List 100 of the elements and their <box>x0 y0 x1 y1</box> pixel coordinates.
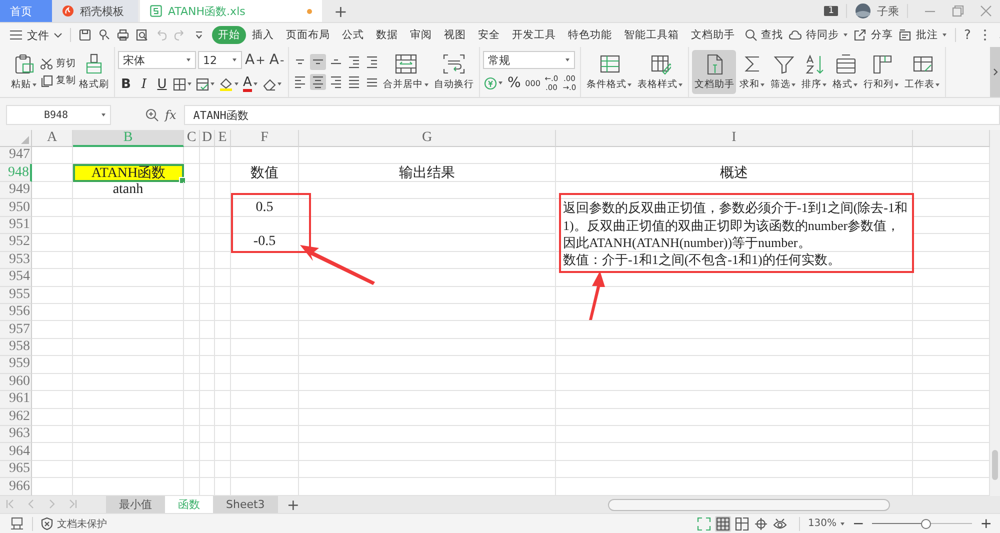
ribbon-tab[interactable]: 智能工具箱 <box>618 26 685 44</box>
table-cell[interactable] <box>215 286 231 304</box>
table-cell[interactable] <box>200 164 215 182</box>
table-cell[interactable] <box>231 338 299 356</box>
table-cell[interactable] <box>215 182 231 200</box>
table-cell[interactable] <box>200 304 215 322</box>
table-cell[interactable] <box>231 374 299 392</box>
add-sheet-button[interactable]: + <box>278 496 308 513</box>
page-break-icon[interactable] <box>734 516 749 530</box>
table-cell[interactable] <box>556 443 913 461</box>
table-cell[interactable] <box>184 460 200 478</box>
table-cell[interactable] <box>231 321 299 339</box>
ribbon-tab[interactable]: 特色功能 <box>562 26 618 44</box>
table-cell[interactable] <box>73 460 184 478</box>
bold-button[interactable]: B <box>118 74 134 94</box>
table-cell[interactable] <box>200 356 215 374</box>
table-cell[interactable] <box>200 234 215 252</box>
table-cell[interactable] <box>299 391 556 409</box>
table-cell[interactable] <box>184 408 200 426</box>
table-cell[interactable] <box>73 252 184 270</box>
table-cell[interactable] <box>73 374 184 392</box>
table-cell[interactable] <box>231 252 299 270</box>
file-menu[interactable]: 文件 <box>10 28 62 42</box>
toolbar-button[interactable]: 批注 <box>899 28 947 42</box>
row-header[interactable]: 951 <box>0 216 32 234</box>
table-cell[interactable] <box>200 408 215 426</box>
previous-sheet-icon[interactable] <box>27 499 35 509</box>
column-header[interactable]: A <box>32 130 73 147</box>
thousands-button[interactable]: 000 <box>524 73 542 93</box>
macro-icon[interactable] <box>10 516 24 530</box>
table-cell[interactable] <box>299 216 556 234</box>
table-cell[interactable] <box>299 304 556 322</box>
italic-button[interactable]: I <box>136 74 152 94</box>
merge-center-button[interactable]: 合并居中 <box>381 50 432 94</box>
row-header[interactable]: 961 <box>0 391 32 409</box>
table-cell[interactable] <box>200 426 215 444</box>
table-cell[interactable] <box>299 408 556 426</box>
zoom-in-button[interactable]: + <box>980 516 992 532</box>
table-cell[interactable] <box>184 286 200 304</box>
table-cell[interactable] <box>215 374 231 392</box>
row-header[interactable]: 956 <box>0 304 32 322</box>
table-cell[interactable] <box>215 408 231 426</box>
table-cell[interactable] <box>32 426 73 444</box>
table-cell[interactable] <box>215 216 231 234</box>
table-cell[interactable] <box>299 199 556 217</box>
grid-view-icon[interactable] <box>716 516 730 530</box>
customize-icon[interactable] <box>193 29 205 41</box>
table-cell[interactable] <box>32 199 73 217</box>
table-cell[interactable] <box>32 356 73 374</box>
table-cell[interactable] <box>231 391 299 409</box>
table-cell[interactable]: 数值：介于-1和1之间(不包含-1和1)的任何实数。 <box>556 252 913 270</box>
table-cell[interactable] <box>32 321 73 339</box>
row-header[interactable]: 964 <box>0 443 32 461</box>
wrap-text-button[interactable]: 自动换行 <box>432 50 476 94</box>
zoom-icon[interactable] <box>145 108 159 122</box>
protection-status[interactable]: 文档未保护 <box>41 516 107 530</box>
slider-thumb[interactable] <box>921 518 932 528</box>
redo-icon[interactable] <box>174 29 186 41</box>
row-header[interactable]: 950 <box>0 199 32 217</box>
table-cell[interactable] <box>299 356 556 374</box>
print-preview-icon[interactable] <box>136 29 148 41</box>
table-cell[interactable] <box>215 391 231 409</box>
formula-field[interactable]: ATANH函数 <box>184 105 1000 125</box>
table-cell[interactable] <box>73 391 184 409</box>
row-header[interactable]: 949 <box>0 182 32 200</box>
table-cell[interactable] <box>215 460 231 478</box>
table-cell[interactable] <box>215 321 231 339</box>
tool-button[interactable]: 格式 <box>830 50 860 94</box>
table-cell[interactable] <box>184 234 200 252</box>
table-cell[interactable] <box>231 147 299 164</box>
table-cell[interactable] <box>200 374 215 392</box>
column-header[interactable]: E <box>215 130 231 147</box>
table-cell[interactable] <box>556 426 913 444</box>
row-header[interactable]: 966 <box>0 478 32 496</box>
table-cell[interactable]: 输出结果 <box>299 164 556 182</box>
table-cell[interactable] <box>215 356 231 374</box>
table-cell[interactable]: 返回参数的反双曲正切值，参数必须介于-1到1之间(除去-1和1)。反双曲正切值的双曲正切即为该函数的number参数值，因此ATANH(ATANH(number))等于number。 <box>556 199 913 252</box>
table-cell[interactable] <box>32 252 73 270</box>
table-cell[interactable] <box>200 252 215 270</box>
font-name-dropdown[interactable]: 宋体 <box>118 51 196 69</box>
table-cell[interactable] <box>184 374 200 392</box>
number-format-dropdown[interactable]: 常规 <box>483 51 576 69</box>
table-cell[interactable] <box>32 182 73 200</box>
table-cell[interactable] <box>184 199 200 217</box>
tool-button[interactable]: 行和列 <box>861 50 902 94</box>
table-cell[interactable] <box>556 356 913 374</box>
table-cell[interactable] <box>200 182 215 200</box>
ribbon-tab[interactable]: 公式 <box>336 26 370 44</box>
table-cell[interactable] <box>200 391 215 409</box>
table-cell[interactable] <box>556 374 913 392</box>
table-cell[interactable] <box>32 269 73 286</box>
table-cell[interactable] <box>215 304 231 322</box>
fill-handle[interactable] <box>179 177 186 184</box>
table-cell[interactable] <box>184 182 200 200</box>
table-cell[interactable] <box>32 234 73 252</box>
table-cell[interactable] <box>231 443 299 461</box>
table-cell[interactable] <box>73 199 184 217</box>
table-cell[interactable] <box>184 252 200 270</box>
row-header[interactable]: 959 <box>0 356 32 374</box>
underline-button[interactable]: U <box>154 74 170 94</box>
